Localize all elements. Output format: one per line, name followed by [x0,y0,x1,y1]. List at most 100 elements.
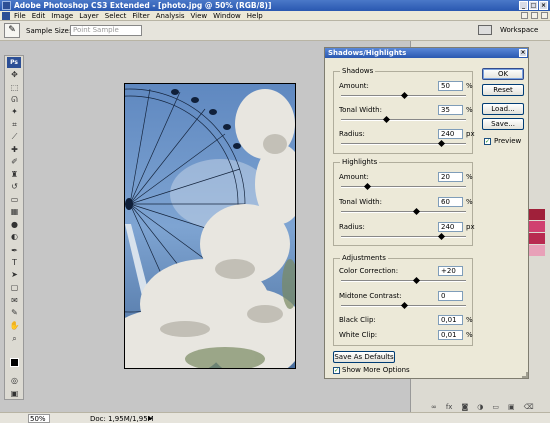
clone-stamp-tool-icon[interactable]: ♜ [8,170,21,180]
zoom-tool-icon[interactable]: ⌕ [8,334,21,344]
swatch-4[interactable] [529,245,545,256]
slice-tool-icon[interactable]: ⟋ [8,132,21,142]
doc-restore-button[interactable] [531,12,538,19]
color-correction-field[interactable]: +20 [438,266,463,276]
shape-tool-icon[interactable]: ▢ [8,283,21,293]
save-as-defaults-button[interactable]: Save As Defaults [333,351,395,363]
shadows-radius-slider[interactable] [341,143,466,145]
link-layers-icon[interactable]: ∞ [431,403,437,411]
white-clip-field[interactable]: 0,01 [438,330,463,340]
shadows-amount-field[interactable]: 50 [438,81,463,91]
hand-tool-icon[interactable]: ✋ [8,321,21,331]
black-clip-unit: % [466,316,473,324]
eraser-tool-icon[interactable]: ▭ [8,195,21,205]
menu-analysis[interactable]: Analysis [156,12,185,20]
menu-image[interactable]: Image [51,12,73,20]
highlights-radius-thumb[interactable] [437,232,445,241]
marquee-tool-icon[interactable]: ⬚ [8,83,21,93]
highlights-tonal-thumb[interactable] [413,207,421,216]
minimize-button[interactable]: _ [519,1,528,10]
save-button[interactable]: Save... [482,118,524,130]
preview-checkbox[interactable]: ✓ [484,138,491,145]
new-layer-icon[interactable]: ▣ [508,403,515,411]
shadows-radius-row: Radius: 240 px [339,129,475,149]
load-button[interactable]: Load... [482,103,524,115]
shadows-radius-field[interactable]: 240 [438,129,463,139]
type-tool-icon[interactable]: T [8,258,21,268]
shadows-tonal-thumb[interactable] [382,115,390,124]
layer-mask-icon[interactable]: ◙ [461,403,468,411]
highlights-tonal-slider[interactable] [341,211,466,213]
history-brush-tool-icon[interactable]: ↺ [8,182,21,192]
notes-tool-icon[interactable]: ✉ [8,296,21,306]
menu-select[interactable]: Select [105,12,127,20]
photo-image [125,84,295,368]
menu-file[interactable]: File [14,12,26,20]
black-clip-field[interactable]: 0,01 [438,315,463,325]
sample-size-select[interactable]: Point Sample [70,25,142,36]
menu-layer[interactable]: Layer [79,12,99,20]
dodge-tool-icon[interactable]: ◐ [8,232,21,242]
highlights-amount-field[interactable]: 20 [438,172,463,182]
highlights-radius-slider[interactable] [341,236,466,238]
highlights-tonal-field[interactable]: 60 [438,197,463,207]
eyedropper-tool-small-icon[interactable]: ✎ [8,308,21,318]
move-tool-icon[interactable]: ✥ [8,70,21,80]
new-group-icon[interactable]: ▭ [492,403,499,411]
highlights-radius-field[interactable]: 240 [438,222,463,232]
quick-mask-icon[interactable]: ◎ [8,376,21,386]
ps-menu-icon[interactable] [2,12,10,20]
path-selection-tool-icon[interactable]: ➤ [8,270,21,280]
doc-minimize-button[interactable] [521,12,528,19]
eyedropper-tool-icon[interactable]: ✎ [4,23,20,38]
status-menu-arrow-icon[interactable]: ▶ [148,415,153,422]
zoom-field[interactable]: 50% [28,414,50,423]
menu-edit[interactable]: Edit [32,12,46,20]
workspace-icon[interactable] [478,25,492,35]
pen-tool-icon[interactable]: ✒ [8,246,21,256]
shadows-amount-unit: % [466,82,473,90]
swatch-3[interactable] [529,233,545,244]
workspace-menu[interactable]: Workspace [500,26,538,34]
close-button[interactable]: × [539,1,548,10]
resize-grip[interactable] [522,372,528,378]
ok-button[interactable]: OK [482,68,524,80]
menu-help[interactable]: Help [247,12,263,20]
delete-layer-icon[interactable]: ⌫ [524,403,534,411]
midtone-contrast-thumb[interactable] [400,301,409,310]
doc-close-button[interactable] [541,12,548,19]
swatch-1[interactable] [529,209,545,220]
show-more-options-checkbox[interactable]: ✓ [333,367,340,374]
highlights-amount-slider[interactable] [341,186,466,188]
color-correction-thumb[interactable] [413,276,421,285]
midtone-contrast-field[interactable]: 0 [438,291,463,301]
tools-panel: Ps ✥ ⬚ ᘏ ✦ ⌗ ⟋ ✚ ✐ ♜ ↺ ▭ ▦ ● ◐ ✒ T ➤ ▢ ✉… [4,55,24,400]
layer-style-icon[interactable]: fx [446,403,453,411]
lasso-tool-icon[interactable]: ᘏ [8,95,21,105]
shadows-tonal-field[interactable]: 35 [438,105,463,115]
blur-tool-icon[interactable]: ● [8,220,21,230]
menu-view[interactable]: View [191,12,208,20]
healing-brush-tool-icon[interactable]: ✚ [8,145,21,155]
menu-window[interactable]: Window [213,12,241,20]
color-correction-label: Color Correction: [339,267,399,275]
adjustment-layer-icon[interactable]: ◑ [477,403,483,411]
gradient-tool-icon[interactable]: ▦ [8,207,21,217]
maximize-button[interactable]: □ [529,1,538,10]
brush-tool-icon[interactable]: ✐ [8,157,21,167]
foreground-color-swatch[interactable] [10,358,19,367]
dialog-close-button[interactable]: × [519,49,527,57]
status-bar: 50% Doc: 1,95M/1,95M ▶ [0,412,550,423]
reset-button[interactable]: Reset [482,84,524,96]
color-correction-slider[interactable] [341,280,466,282]
shadows-tonal-slider[interactable] [341,119,466,121]
swatch-2[interactable] [529,221,545,232]
shadows-amount-thumb[interactable] [400,91,409,100]
screen-mode-icon[interactable]: ▣ [8,389,21,399]
menu-filter[interactable]: Filter [132,12,149,20]
crop-tool-icon[interactable]: ⌗ [8,120,21,130]
highlights-amount-thumb[interactable] [364,182,372,191]
document-canvas[interactable] [124,83,296,369]
shadows-radius-thumb[interactable] [437,139,445,148]
magic-wand-tool-icon[interactable]: ✦ [8,107,21,117]
